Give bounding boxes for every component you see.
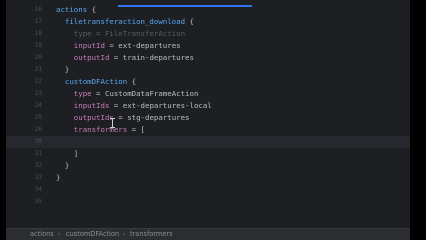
config-key: outputIds (73, 113, 114, 122)
code-line[interactable]: 32} (6, 160, 410, 172)
code-line[interactable]: 34 (6, 184, 410, 196)
code-text: actions { (56, 4, 96, 16)
code-token: } (64, 161, 70, 170)
code-token: type = FileTransferAction (73, 29, 186, 38)
line-number: 35 (34, 198, 42, 205)
code-text: outputId = train-departures (74, 52, 194, 64)
config-key: type (73, 89, 92, 98)
line-number: 20 (34, 54, 42, 61)
config-key: inputId (73, 41, 105, 50)
code-text: outputIds = stg-departures (74, 112, 190, 124)
code-text: type = CustomDataFrameAction (74, 88, 199, 100)
code-line[interactable]: 26 transformers = [ (6, 124, 410, 136)
code-text: filetransferaction_download { (65, 16, 194, 28)
code-line[interactable]: 20 outputId = train-departures (6, 52, 410, 64)
line-number: 33 (34, 174, 42, 181)
line-number: 23 (34, 90, 42, 97)
line-number: 22 (34, 78, 42, 85)
config-key: inputIds (73, 101, 110, 110)
line-number: 32 (34, 162, 42, 169)
breadcrumb-item-customdfaction[interactable]: customDFAction (66, 229, 119, 240)
config-key: transformers (73, 125, 128, 134)
line-number: 18 (34, 30, 42, 37)
line-number: 30 (34, 138, 42, 145)
line-number: 19 (34, 42, 42, 49)
code-line[interactable]: 18 type = FileTransferAction (6, 28, 410, 40)
code-text: } (65, 160, 69, 172)
code-line[interactable]: 35 (6, 196, 410, 208)
breadcrumb-item-transformers[interactable]: transformers (130, 229, 173, 240)
code-line[interactable]: 22 customDFAction { (6, 76, 410, 88)
code-line[interactable]: 17 filetransferaction_download { (6, 16, 410, 28)
line-number: 24 (34, 102, 42, 109)
code-text: ] (74, 148, 78, 160)
code-line[interactable]: 21} (6, 64, 410, 76)
breadcrumb-item-actions[interactable]: actions (30, 229, 54, 240)
breadcrumb: actions › customDFAction › transformers (6, 228, 410, 240)
block-name: filetransferaction_download (64, 17, 186, 26)
line-number: 26 (34, 126, 42, 133)
code-line[interactable]: 25 outputIds = stg-departures (6, 112, 410, 124)
code-editor[interactable]: 16 actions {17 filetransferaction_download… (6, 0, 410, 228)
config-key: outputId (73, 53, 110, 62)
code-text: inputIds = ext-departures-local (74, 100, 212, 112)
code-token: = stg-departures (113, 113, 190, 122)
code-line[interactable]: 31] (6, 148, 410, 160)
code-token: = [ (127, 125, 146, 134)
code-token: { (185, 17, 194, 26)
code-token: = ext-departures (104, 41, 181, 50)
line-number: 25 (34, 114, 42, 121)
code-text: } (56, 172, 60, 184)
code-token: { (87, 5, 97, 14)
code-text: } (65, 64, 69, 76)
code-text: inputId = ext-departures (74, 40, 181, 52)
code-token: { (127, 77, 137, 86)
line-number: 21 (34, 66, 42, 73)
line-number: 16 (34, 6, 42, 13)
line-number: 31 (34, 150, 42, 157)
code-token: } (56, 173, 61, 182)
code-line[interactable]: 19 inputId = ext-departures (6, 40, 410, 52)
code-line[interactable]: 23 type = CustomDataFrameAction (6, 88, 410, 100)
code-line[interactable]: 33} (6, 172, 410, 184)
breadcrumb-separator-icon: › (123, 230, 126, 238)
line-number: 34 (34, 186, 42, 193)
current-line[interactable]: 30 (6, 136, 410, 148)
breadcrumb-separator-icon: › (58, 230, 61, 238)
code-token: ] (73, 149, 79, 158)
text-cursor-icon (110, 118, 116, 128)
code-text: customDFAction { (65, 76, 136, 88)
line-number: 17 (34, 18, 42, 25)
code-token: } (64, 65, 70, 74)
code-text: type = FileTransferAction (74, 28, 185, 40)
code-line[interactable]: 24 inputIds = ext-departures-local (6, 100, 410, 112)
block-name: actions (56, 5, 88, 14)
block-name: customDFAction (64, 77, 128, 86)
ide-window: 16 actions {17 filetransferaction_download… (6, 0, 410, 240)
code-token: = ext-departures-local (109, 101, 212, 110)
progress-bar (118, 5, 252, 7)
code-token: = CustomDataFrameAction (91, 89, 199, 98)
code-token: = train-departures (109, 53, 194, 62)
